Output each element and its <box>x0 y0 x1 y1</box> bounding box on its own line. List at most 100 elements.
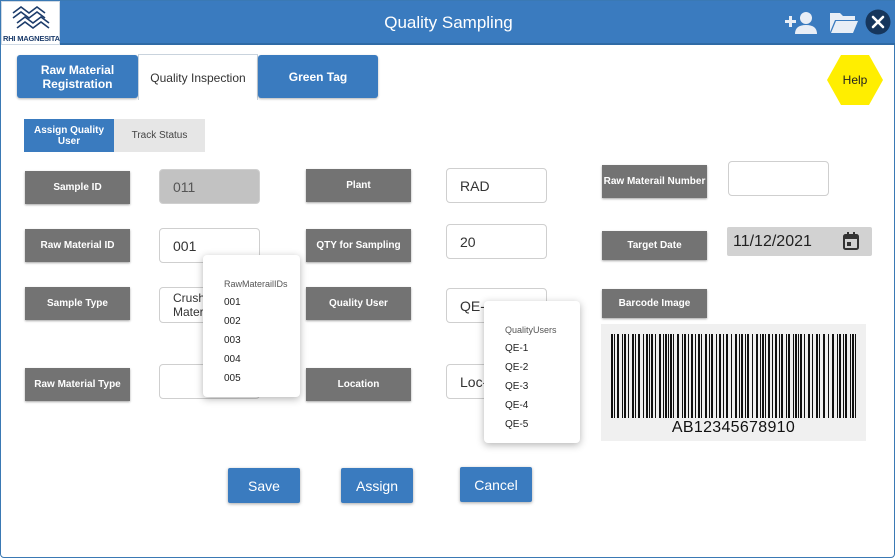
barcode-bar <box>795 334 797 418</box>
assign-button[interactable]: Assign <box>341 468 413 503</box>
barcode-bar <box>832 334 834 418</box>
barcode-bar <box>638 334 640 418</box>
barcode-bar <box>617 334 619 418</box>
barcode-bar <box>673 334 674 418</box>
barcode-bar <box>823 334 825 418</box>
barcode-bar <box>726 334 728 418</box>
barcode-bar <box>812 334 813 418</box>
barcode-bar <box>611 334 613 418</box>
subtab-track-status[interactable]: Track Status <box>114 119 205 152</box>
barcode-bar <box>752 334 753 418</box>
calendar-icon[interactable] <box>843 232 859 250</box>
plant-input[interactable]: RAD <box>446 168 547 203</box>
dropdown-header: QualityUsers <box>505 325 557 335</box>
dropdown-option[interactable]: QE-3 <box>505 381 528 392</box>
barcode-bar <box>649 334 650 418</box>
barcode-bar <box>765 334 766 418</box>
save-button[interactable]: Save <box>228 468 300 503</box>
barcode-bar <box>775 334 777 418</box>
barcode-bar <box>760 334 761 418</box>
barcode-bar <box>779 334 780 418</box>
barcode-bar <box>768 334 770 418</box>
barcode-bar <box>772 334 773 418</box>
sample-id-label: Sample ID <box>25 171 130 204</box>
barcode-bar <box>651 334 653 418</box>
barcode-bar <box>781 334 783 418</box>
help-button[interactable] <box>826 54 884 106</box>
barcode-bar <box>628 334 629 418</box>
barcode-bar <box>793 334 794 418</box>
barcode-bar <box>701 334 702 418</box>
dropdown-option[interactable]: QE-4 <box>505 400 528 411</box>
dropdown-option[interactable]: QE-2 <box>505 362 528 373</box>
quality-user-dropdown: QualityUsers QE-1 QE-2 QE-3 QE-4 QE-5 <box>484 301 580 443</box>
barcode-bar <box>655 334 656 418</box>
dropdown-option[interactable]: QE-1 <box>505 343 528 354</box>
app-window: RHI MAGNESITA Quality Sampling Raw Mater… <box>0 0 895 558</box>
tab-green-tag[interactable]: Green Tag <box>258 55 378 98</box>
tab-quality-inspection[interactable]: Quality Inspection <box>138 54 258 100</box>
barcode-bar <box>705 334 707 418</box>
barcode-bar <box>691 334 693 418</box>
barcode-bar <box>798 334 799 418</box>
barcode-bar <box>819 334 820 418</box>
barcode-bar <box>716 334 717 418</box>
add-user-icon[interactable] <box>784 9 818 35</box>
barcode-bar <box>622 334 623 418</box>
barcode-bar <box>735 334 737 418</box>
barcode-bar <box>682 334 683 418</box>
sample-id-input: 011 <box>159 169 260 204</box>
qty-label: QTY for Sampling <box>306 229 411 262</box>
dropdown-option[interactable]: 005 <box>224 373 241 384</box>
folder-icon[interactable] <box>829 9 859 35</box>
qty-input[interactable]: 20 <box>446 224 547 259</box>
barcode-bar <box>624 334 626 418</box>
target-date-label: Target Date <box>602 231 707 260</box>
barcode-bar <box>786 334 787 418</box>
dropdown-option[interactable]: 002 <box>224 316 241 327</box>
barcode-bar <box>855 334 856 418</box>
barcode-bar <box>762 334 764 418</box>
cancel-button[interactable]: Cancel <box>460 467 532 502</box>
barcode-bar <box>695 334 696 418</box>
barcode-bar <box>677 334 679 418</box>
barcode-bar <box>788 334 790 418</box>
dropdown-option[interactable]: 003 <box>224 335 241 346</box>
barcode-bar <box>800 334 802 418</box>
barcode-bar <box>688 334 689 418</box>
subtab-assign-quality-user[interactable]: Assign Quality User <box>24 119 114 152</box>
barcode-bar <box>828 334 829 418</box>
barcode-bar <box>839 334 841 418</box>
dropdown-option[interactable]: QE-5 <box>505 419 528 430</box>
barcode-bar <box>852 334 854 418</box>
barcode-bar <box>731 334 732 418</box>
barcode-bar <box>843 334 844 418</box>
raw-material-id-label: Raw Material ID <box>25 229 130 262</box>
close-icon[interactable] <box>865 9 891 35</box>
barcode-bar <box>711 334 713 418</box>
barcode-bar <box>808 334 810 418</box>
raw-material-number-input[interactable] <box>728 161 829 196</box>
barcode-bar <box>804 334 805 418</box>
barcode-bar <box>670 334 672 418</box>
barcode-bar <box>845 334 847 418</box>
barcode-bar <box>684 334 686 418</box>
barcode-bar <box>663 334 664 418</box>
barcode-bar <box>643 334 644 418</box>
barcode-bar <box>756 334 758 418</box>
plant-label: Plant <box>306 169 411 202</box>
quality-user-label: Quality User <box>306 287 411 320</box>
barcode-bar <box>659 334 661 418</box>
dropdown-option[interactable]: 004 <box>224 354 241 365</box>
tab-raw-material-registration[interactable]: Raw Material Registration <box>17 55 138 98</box>
barcode-bar <box>665 334 667 418</box>
dropdown-header: RawMaterailIDs <box>224 279 288 289</box>
barcode-bar <box>719 334 721 418</box>
dropdown-option[interactable]: 001 <box>224 297 241 308</box>
barcode-bar <box>837 334 838 418</box>
barcode-bar <box>709 334 710 418</box>
barcode-bar <box>635 334 636 418</box>
barcode-bar <box>745 334 746 418</box>
app-title: Quality Sampling <box>384 13 513 32</box>
barcode-bar <box>632 334 634 418</box>
